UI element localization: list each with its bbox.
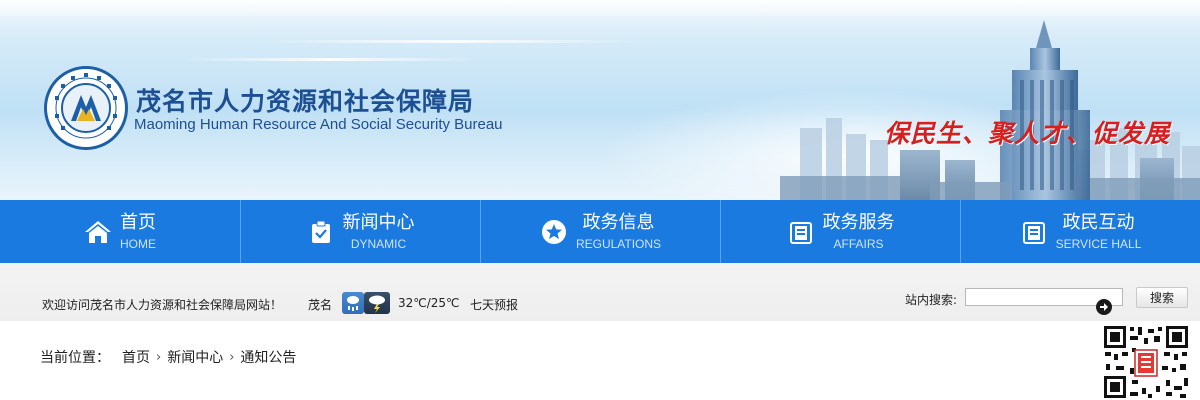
- nav-item-text: 政务信息 REGULATIONS: [576, 212, 661, 252]
- nav-item-label: 新闻中心: [342, 211, 415, 233]
- nav-item-home[interactable]: 首页 HOME: [0, 200, 240, 263]
- site-title: 茂名市人力资源和社会保障局: [136, 87, 475, 116]
- banner-slogan: 保民生、聚人才、促发展: [884, 119, 1171, 148]
- nav-item-sublabel: SERVICE HALL: [1055, 236, 1142, 251]
- breadcrumb-item-news[interactable]: 新闻中心: [167, 347, 223, 367]
- nav-item-sublabel: AFFAIRS: [833, 236, 884, 251]
- nav-item-sublabel: REGULATIONS: [575, 236, 662, 251]
- thunderstorm-icon: [364, 292, 390, 314]
- bureau-emblem-icon: [44, 66, 128, 150]
- star-circle-icon: [540, 218, 568, 246]
- clipboard-check-icon: [307, 218, 335, 246]
- site-banner: 茂名市人力资源和社会保障局 Maoming Human Resource And…: [0, 0, 1200, 200]
- temperature-text: 32℃/25℃: [398, 296, 460, 310]
- nav-item-regulations[interactable]: 政务信息 REGULATIONS: [480, 200, 720, 263]
- emblem-mark-icon: [71, 95, 101, 121]
- nav-item-text: 政务服务 AFFAIRS: [823, 212, 895, 252]
- document-icon: [1020, 218, 1048, 246]
- breadcrumb-item-home[interactable]: 首页: [122, 347, 150, 367]
- nav-item-label: 政民互动: [1062, 211, 1135, 233]
- arrow-right-circle-icon[interactable]: [1096, 299, 1112, 315]
- search-button[interactable]: 搜索: [1136, 287, 1188, 308]
- main-nav: 首页 HOME 新闻中心 DYNAMIC 政务信息 REGULATIONS 政务…: [0, 200, 1200, 263]
- breadcrumb-label: 当前位置：: [40, 350, 110, 366]
- emblem-center: [61, 83, 111, 133]
- breadcrumb: 当前位置： 首页 › 新闻中心 › 通知公告: [40, 347, 296, 367]
- chevron-right-icon: ›: [156, 349, 162, 365]
- document-icon: [787, 218, 815, 246]
- nav-item-text: 首页 HOME: [120, 212, 156, 252]
- site-subtitle: Maoming Human Resource And Social Securi…: [134, 116, 503, 133]
- nav-item-news[interactable]: 新闻中心 DYNAMIC: [240, 200, 480, 263]
- nav-item-text: 新闻中心 DYNAMIC: [343, 212, 415, 252]
- rain-icon: [342, 292, 364, 314]
- nav-item-text: 政民互动 SERVICE HALL: [1056, 212, 1142, 252]
- nav-item-affairs[interactable]: 政务服务 AFFAIRS: [720, 200, 960, 263]
- nav-item-interaction[interactable]: 政民互动 SERVICE HALL: [960, 200, 1200, 263]
- nav-item-label: 政务信息: [582, 211, 655, 233]
- breadcrumb-item-notices[interactable]: 通知公告: [240, 347, 296, 367]
- home-icon: [84, 218, 112, 246]
- seven-day-forecast-link[interactable]: 七天预报: [470, 296, 518, 313]
- qr-code-icon: [1102, 324, 1190, 400]
- nav-item-sublabel: HOME: [120, 236, 156, 251]
- welcome-text: 欢迎访问茂名市人力资源和社会保障局网站！: [42, 298, 283, 312]
- nav-item-label: 首页: [120, 211, 156, 233]
- chevron-right-icon: ›: [229, 349, 235, 365]
- weather-city: 茂名: [308, 298, 333, 312]
- nav-item-sublabel: DYNAMIC: [350, 236, 407, 251]
- info-bar: 欢迎访问茂名市人力资源和社会保障局网站！ 茂名 32℃/25℃ 七天预报 站内搜…: [0, 263, 1200, 321]
- search-label: 站内搜索:: [905, 293, 958, 307]
- nav-item-label: 政务服务: [822, 211, 895, 233]
